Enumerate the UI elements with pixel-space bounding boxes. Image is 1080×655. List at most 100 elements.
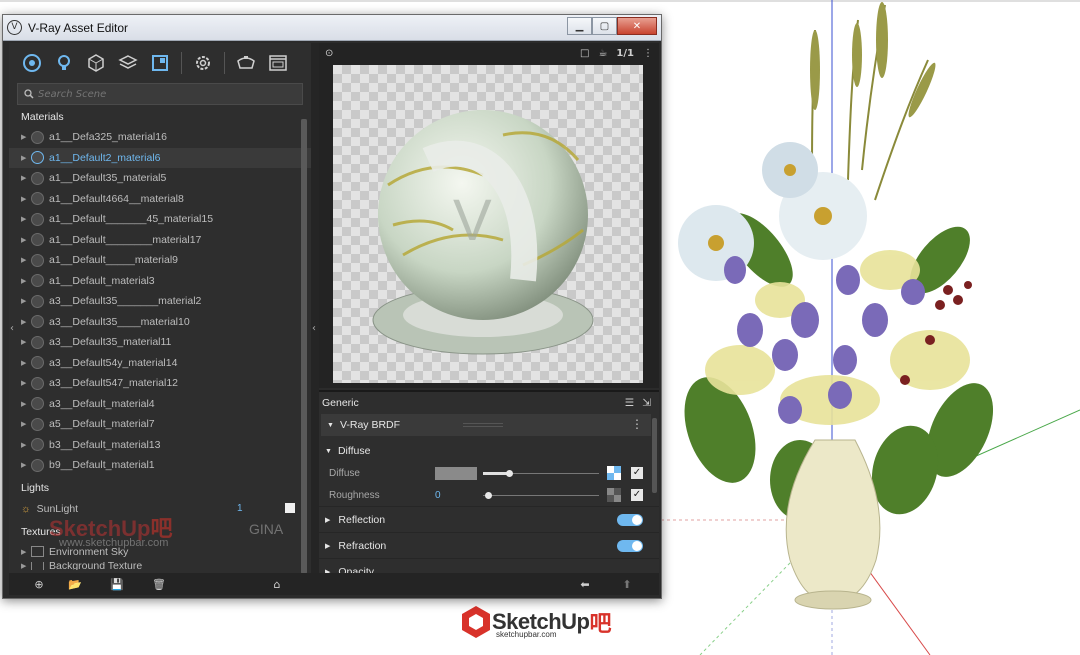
material-item[interactable]: ▶ a1__Default_____material9 [9,250,311,271]
layer-menu-icon[interactable]: ⋮ [631,417,643,431]
roughness-map-checkbox[interactable]: ✓ [631,489,643,501]
material-item[interactable]: ▶ a3__Default35____material10 [9,312,311,333]
material-item[interactable]: ▶ a3__Default35_______material2 [9,291,311,312]
expand-arrow-icon[interactable]: ▶ [21,338,31,346]
panel-splitter[interactable]: ‹ [311,43,319,573]
expand-arrow-icon[interactable]: ▶ [21,277,31,285]
back-arrow-icon[interactable]: ⬅ [575,575,595,593]
lights-icon[interactable] [53,52,75,74]
material-item[interactable]: ▶ a3__Default54y_material14 [9,353,311,374]
vray-brdf-layer[interactable]: ▼ V-Ray BRDF ⋮ [321,414,651,436]
material-item[interactable]: ▶ a1__Defa325_material16 [9,127,311,148]
settings-icon[interactable] [192,52,214,74]
material-item[interactable]: ▶ b9__Default_material1 [9,455,311,476]
up-arrow-icon[interactable]: ⬆ [617,575,637,593]
preview-ratio[interactable]: 1/1 [616,48,634,59]
purge-unused-icon[interactable]: ⌂ [267,575,287,593]
reflection-toggle[interactable] [617,514,643,526]
expand-arrow-icon[interactable]: ▶ [21,548,31,556]
material-item[interactable]: ▶ a5__Default_material7 [9,414,311,435]
properties-scrollbar[interactable] [652,418,657,493]
render-elements-icon[interactable] [149,52,171,74]
drag-handle-icon[interactable] [463,423,503,427]
refraction-toggle[interactable] [617,540,643,552]
material-item[interactable]: ▶ a1__Default35_material5 [9,168,311,189]
diffuse-texture-map-icon[interactable] [607,466,621,480]
expand-arrow-icon[interactable]: ▶ [21,359,31,367]
material-item[interactable]: ▶ a3__Default35_material11 [9,332,311,353]
expand-arrow-icon[interactable]: ▶ [325,542,330,550]
expand-arrow-icon[interactable]: ▶ [325,516,330,524]
material-item[interactable]: ▶ a1__Default4664__material8 [9,189,311,210]
collapse-right-icon[interactable]: ‹ [312,323,316,334]
options-sliders-icon[interactable]: ☰ [625,397,634,409]
frame-buffer-icon[interactable] [267,52,289,74]
refraction-label: Refraction [338,539,387,552]
search-box [17,83,303,105]
expand-arrow-icon[interactable]: ▶ [21,154,31,162]
minimize-button[interactable]: ▁ [567,17,592,35]
material-item[interactable]: ▶ a3__Default547_material12 [9,373,311,394]
material-name: a3__Default35____material10 [49,315,190,328]
diffuse-color-swatch[interactable] [435,467,477,480]
expand-arrow-icon[interactable]: ▶ [21,420,31,428]
textures-icon[interactable] [117,52,139,74]
close-button[interactable]: ✕ [617,17,657,35]
material-item[interactable]: ▶ a1__Default2_material6 [9,147,311,168]
save-to-library-icon[interactable]: ⇲ [642,397,651,409]
preview-region-icon[interactable]: □ [580,48,589,59]
roughness-value[interactable]: 0 [435,490,441,501]
refraction-section[interactable]: ▶ Refraction [319,532,659,558]
material-item[interactable]: ▶ a3__Default_material4 [9,394,311,415]
add-asset-icon[interactable]: ⊕ [29,575,49,593]
expand-arrow-icon[interactable]: ▶ [21,400,31,408]
roughness-slider-track[interactable] [483,495,599,496]
diffuse-map-checkbox[interactable]: ✓ [631,467,643,479]
delete-icon[interactable]: 🗑 [149,575,169,593]
collapse-left-icon[interactable]: ‹ [10,323,14,334]
collapse-arrow-icon[interactable]: ▼ [327,422,334,429]
expand-arrow-icon[interactable]: ▶ [21,256,31,264]
material-name: a3__Default35_material11 [49,336,172,349]
save-file-icon[interactable]: 💾 [107,575,127,593]
light-enabled-checkbox[interactable] [285,502,295,513]
expand-arrow-icon[interactable]: ▶ [21,379,31,387]
material-name: a1__Default_______45_material15 [49,213,214,226]
diffuse-group-header[interactable]: ▼ Diffuse [319,440,659,462]
reflection-section[interactable]: ▶ Reflection [319,506,659,532]
expand-arrow-icon[interactable]: ▶ [21,195,31,203]
list-scrollbar[interactable] [301,119,307,574]
roughness-texture-map-icon[interactable] [607,488,621,502]
expand-arrow-icon[interactable]: ▶ [21,236,31,244]
geometry-icon[interactable] [85,52,107,74]
title-bar[interactable]: V V-Ray Asset Editor ▁ ▢ ✕ [3,15,661,41]
expand-arrow-icon[interactable]: ▶ [21,562,31,570]
expand-arrow-icon[interactable]: ▶ [21,297,31,305]
texture-item[interactable]: ▶ Background Texture [9,561,311,570]
expand-arrow-icon[interactable]: ▶ [21,318,31,326]
material-item[interactable]: ▶ a1__Default_______45_material15 [9,209,311,230]
preview-menu-icon[interactable]: ⋮ [643,48,653,59]
scrollbar-thumb[interactable] [301,119,307,574]
inline-watermark: SketchUp吧 www.sketchupbar.com GINA [49,511,283,549]
material-item[interactable]: ▶ b3__Default_material13 [9,435,311,456]
expand-arrow-icon[interactable]: ▶ [21,133,31,141]
preview-scene-icon[interactable]: ⊙ [325,48,333,59]
collapse-arrow-icon[interactable]: ▼ [325,448,332,455]
render-icon[interactable] [235,52,257,74]
maximize-button[interactable]: ▢ [592,17,617,35]
material-preview-icon [31,397,44,411]
diffuse-slider-knob[interactable] [506,470,513,477]
open-file-icon[interactable]: 📂 [65,575,85,593]
expand-arrow-icon[interactable]: ▶ [21,215,31,223]
expand-arrow-icon[interactable]: ▶ [21,174,31,182]
materials-icon[interactable] [21,52,43,74]
search-input[interactable] [38,88,288,100]
preview-teapot-icon[interactable]: ☕ [598,48,607,59]
material-item[interactable]: ▶ a1__Default_material3 [9,271,311,292]
material-item[interactable]: ▶ a1__Default________material17 [9,230,311,251]
material-name: a3__Default_material4 [49,397,155,410]
roughness-slider-knob[interactable] [485,492,492,499]
expand-arrow-icon[interactable]: ▶ [21,441,31,449]
expand-arrow-icon[interactable]: ▶ [21,461,31,469]
